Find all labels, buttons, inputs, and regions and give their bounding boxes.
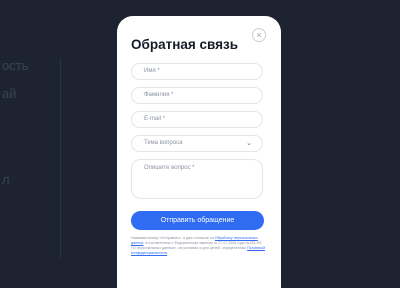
modal-title: Обратная связь	[131, 37, 239, 52]
chevron-down-icon: ⌄	[246, 140, 252, 147]
consent-text-part1: Нажимая кнопку «Отправить», я даю соглас…	[131, 236, 214, 240]
feedback-modal: × Обратная связь Имя * Фамилия * E-mail …	[117, 16, 281, 288]
question-placeholder: Опишите вопрос *	[144, 165, 195, 171]
consent-text: Нажимая кнопку «Отправить», я даю соглас…	[131, 236, 265, 255]
question-textarea[interactable]: Опишите вопрос *	[131, 159, 263, 199]
close-button[interactable]: ×	[252, 28, 266, 42]
first-name-field[interactable]: Имя *	[131, 63, 263, 80]
last-name-field[interactable]: Фамилия *	[131, 87, 263, 104]
first-name-placeholder: Имя *	[144, 68, 160, 74]
background-text-2: ай	[2, 86, 17, 101]
topic-select[interactable]: Тема вопроса ⌄	[131, 135, 263, 152]
background-divider	[60, 58, 61, 258]
background-text-3: л	[2, 172, 10, 187]
submit-button[interactable]: Отправить обращение	[131, 211, 264, 230]
background-text-1: ость	[2, 58, 29, 73]
email-field[interactable]: E-mail *	[131, 111, 263, 128]
consent-text-part2: , в соответствии с Федеральным законом о…	[131, 241, 262, 250]
email-placeholder: E-mail *	[144, 116, 166, 122]
topic-placeholder: Тема вопроса	[144, 140, 183, 146]
close-icon: ×	[256, 29, 262, 40]
last-name-placeholder: Фамилия *	[144, 92, 174, 98]
